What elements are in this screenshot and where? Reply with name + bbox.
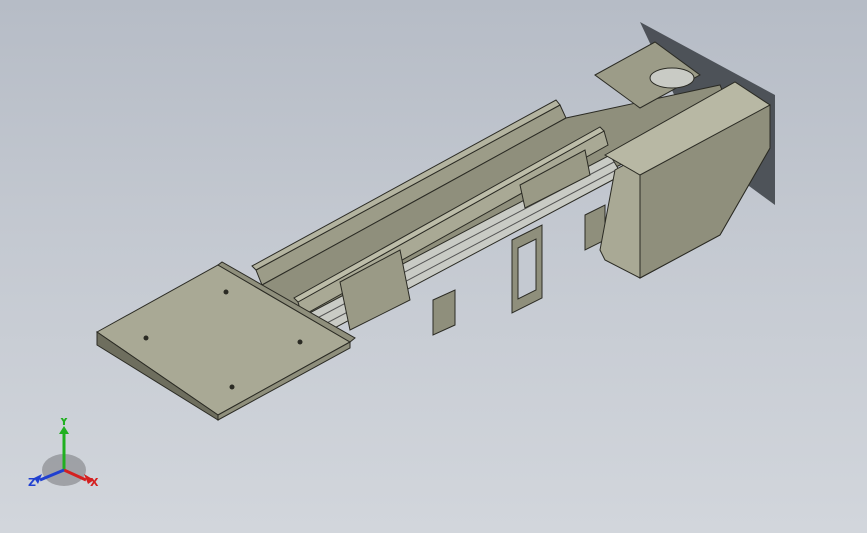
tray-hole-4 bbox=[297, 339, 303, 345]
conveyor-model[interactable] bbox=[0, 0, 867, 533]
x-axis-label: X bbox=[90, 476, 99, 489]
tray-hole-1 bbox=[143, 335, 149, 341]
y-axis-label: Y bbox=[59, 418, 69, 428]
drive-roller-icon bbox=[649, 67, 695, 89]
front-guide-top bbox=[293, 126, 605, 303]
coordinate-triad-icon: Y X Z bbox=[28, 418, 99, 489]
tray-hole-2 bbox=[223, 289, 229, 295]
tray-hole-3 bbox=[229, 384, 235, 390]
mount-bracket-1[interactable] bbox=[432, 289, 456, 336]
mount-bracket-2-window bbox=[517, 238, 537, 300]
cad-viewport[interactable]: Y X Z bbox=[0, 0, 867, 533]
z-axis-label: Z bbox=[28, 476, 36, 489]
